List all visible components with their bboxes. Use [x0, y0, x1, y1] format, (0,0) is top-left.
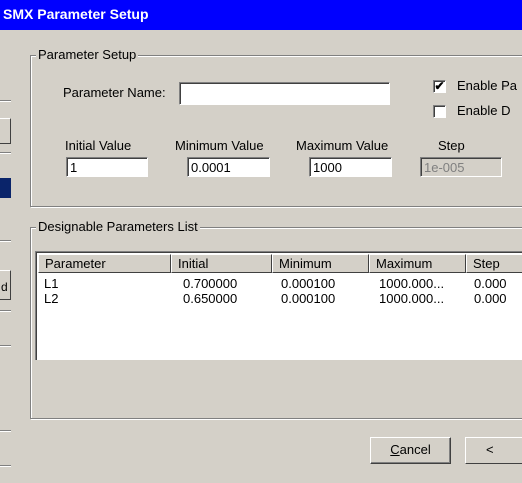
initial-value-input[interactable]: [66, 157, 148, 177]
background-divider: [0, 240, 11, 242]
background-divider: [0, 430, 11, 432]
cell-maximum: 1000.000...: [379, 276, 445, 291]
column-header-step[interactable]: Step: [466, 254, 522, 273]
maximum-value-label: Maximum Value: [296, 138, 389, 153]
background-selected-item: [0, 178, 11, 198]
parameter-name-label: Parameter Name:: [63, 85, 166, 100]
table-row[interactable]: L2 0.650000 0.000100 1000.000... 0.000: [38, 291, 522, 306]
cell-minimum: 0.000100: [281, 276, 336, 291]
cell-initial: 0.650000: [183, 291, 238, 306]
column-header-minimum[interactable]: Minimum: [272, 254, 369, 273]
table-row[interactable]: L1 0.700000 0.000100 1000.000... 0.000: [38, 276, 522, 291]
maximum-value-input[interactable]: [309, 157, 392, 177]
column-header-maximum[interactable]: Maximum: [369, 254, 466, 273]
cancel-button[interactable]: Cancel: [370, 437, 451, 464]
cancel-mnemonic: C: [390, 442, 400, 457]
column-header-parameter[interactable]: Parameter: [38, 254, 171, 273]
minimum-value-input[interactable]: [187, 157, 270, 177]
minimum-value-label: Minimum Value: [175, 138, 264, 153]
background-divider: [0, 152, 11, 154]
window-title: SMX Parameter Setup: [3, 6, 149, 22]
title-bar[interactable]: SMX Parameter Setup: [0, 0, 522, 30]
background-divider: [0, 310, 11, 312]
parameter-setup-group: Parameter Setup Parameter Name: ✔ Enable…: [30, 47, 522, 207]
parameter-name-input[interactable]: [179, 82, 390, 105]
enable-parameter-label: Enable Pa: [457, 78, 517, 93]
list-header: Parameter Initial Minimum Maximum Step: [38, 254, 522, 273]
designable-parameters-group-label: Designable Parameters List: [36, 219, 200, 234]
cell-parameter: L1: [44, 276, 59, 291]
step-label: Step: [438, 138, 465, 153]
designable-parameters-list[interactable]: Parameter Initial Minimum Maximum Step L…: [35, 251, 522, 360]
background-divider: [0, 345, 11, 347]
background-button-label: d: [1, 280, 8, 294]
cell-step: 0.000: [474, 291, 507, 306]
parameter-setup-dialog: SMX Parameter Setup Parameter Setup Para…: [0, 0, 522, 483]
background-divider: [0, 100, 11, 102]
enable-parameter-checkbox[interactable]: ✔: [433, 80, 446, 93]
enable-design-checkbox[interactable]: [433, 105, 446, 118]
cell-minimum: 0.000100: [281, 291, 336, 306]
background-button: [0, 118, 11, 144]
step-input: [420, 157, 502, 177]
cell-parameter: L2: [44, 291, 59, 306]
checkmark-icon: ✔: [434, 79, 445, 93]
enable-design-label: Enable D: [457, 103, 511, 118]
column-header-initial[interactable]: Initial: [171, 254, 272, 273]
back-button[interactable]: <: [465, 437, 522, 464]
cell-step: 0.000: [474, 276, 507, 291]
parameter-setup-group-label: Parameter Setup: [36, 47, 139, 62]
cell-maximum: 1000.000...: [379, 291, 445, 306]
cell-initial: 0.700000: [183, 276, 238, 291]
initial-value-label: Initial Value: [65, 138, 132, 153]
background-divider: [0, 465, 11, 467]
